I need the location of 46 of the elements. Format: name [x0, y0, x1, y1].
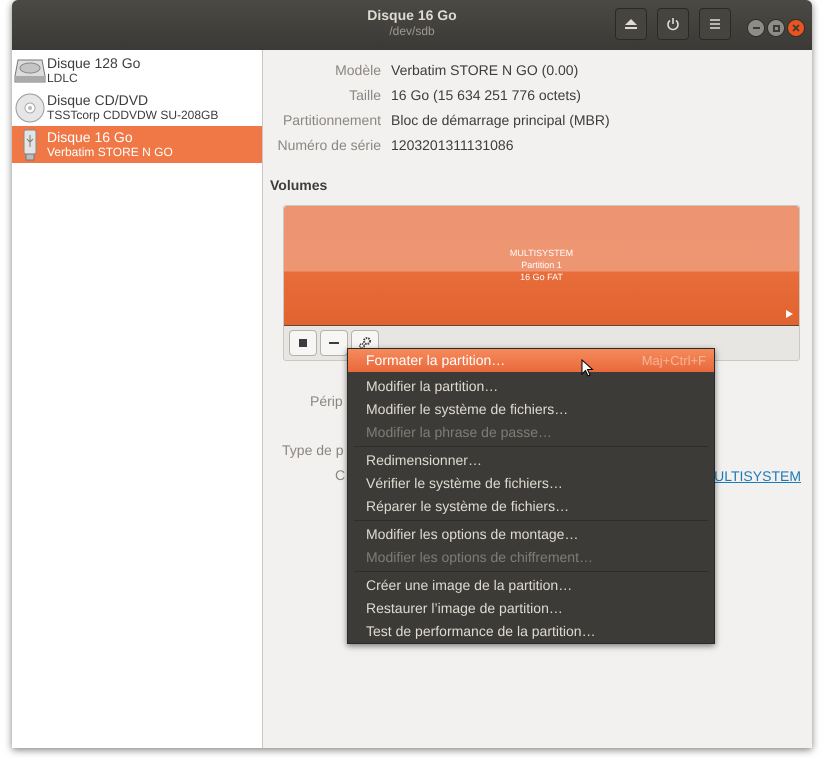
menu-item[interactable]: Créer une image de la partition… — [348, 574, 714, 597]
power-button[interactable] — [657, 8, 689, 40]
menu-button[interactable] — [699, 8, 731, 40]
stop-icon — [299, 339, 307, 347]
menu-item[interactable]: Redimensionner… — [348, 449, 714, 472]
stop-button[interactable] — [289, 330, 317, 356]
menu-item[interactable]: Modifier la partition… — [348, 375, 714, 398]
field-label: Numéro de série — [276, 136, 381, 155]
menu-item[interactable]: Vérifier le système de fichiers… — [348, 472, 714, 495]
play-icon — [786, 310, 793, 318]
mouse-cursor-icon — [581, 359, 594, 378]
field-value: Verbatim STORE N GO (0.00) — [391, 61, 578, 80]
menu-icon — [709, 19, 721, 29]
field-value: Bloc de démarrage principal (MBR) — [391, 111, 610, 130]
section-heading: Volumes — [270, 176, 328, 194]
minus-icon — [329, 342, 339, 344]
window-title: Disque 16 Go — [367, 6, 457, 24]
mount-link[interactable]: ULTISYSTEM — [714, 466, 801, 487]
usb-drive-icon — [22, 128, 36, 160]
menu-item[interactable]: Test de performance de la partition… — [348, 620, 714, 643]
minimize-button[interactable] — [747, 19, 765, 37]
menu-item[interactable]: Réparer le système de fichiers… — [348, 495, 714, 518]
close-button[interactable] — [787, 19, 805, 37]
field-label: C — [335, 466, 346, 485]
field-value: 1203201311131086 — [391, 136, 514, 155]
field-label: Périp — [310, 392, 343, 411]
field-label: Partitionnement — [282, 111, 381, 130]
partition-label: MULTISYSTEM — [510, 247, 574, 259]
eject-icon — [624, 18, 638, 30]
window-subtitle: /dev/sdb — [389, 24, 435, 38]
menu-item[interactable]: Modifier le système de fichiers… — [348, 398, 714, 421]
remove-button[interactable] — [320, 330, 348, 356]
field-label: Taille — [348, 86, 381, 105]
menu-item[interactable]: Modifier les options de montage… — [348, 523, 714, 546]
shortcut-label: Maj+Ctrl+F — [642, 352, 706, 370]
field-value: 16 Go (15 634 251 776 octets) — [391, 86, 581, 105]
eject-button[interactable] — [615, 8, 647, 40]
partition-label: 16 Go FAT — [520, 271, 563, 283]
field-label: Modèle — [334, 61, 381, 80]
field-label: Type de p — [282, 441, 344, 460]
optical-disc-icon — [14, 92, 44, 122]
maximize-button[interactable] — [767, 19, 785, 37]
close-icon — [792, 24, 800, 32]
menu-item[interactable]: Restaurer l’image de partition… — [348, 597, 714, 620]
partition-label: Partition 1 — [521, 259, 562, 271]
power-icon — [666, 17, 680, 31]
